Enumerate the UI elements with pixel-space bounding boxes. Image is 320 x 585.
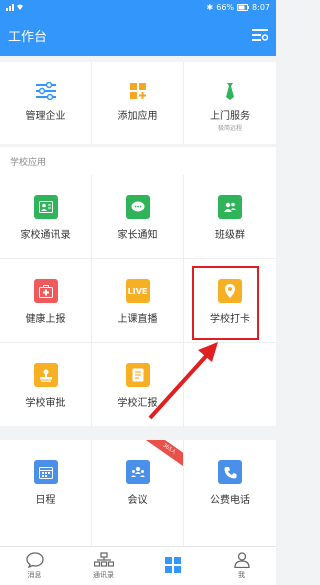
tab-messages-label: 消息 bbox=[27, 571, 42, 579]
person-icon bbox=[233, 552, 250, 568]
calendar-label: 日程 bbox=[35, 495, 56, 506]
tab-messages[interactable]: 消息 bbox=[5, 552, 65, 580]
workbench-icon bbox=[164, 557, 181, 573]
meeting-icon bbox=[125, 460, 150, 484]
meeting-label: 会议 bbox=[127, 495, 148, 506]
org-chart-icon bbox=[93, 552, 114, 567]
tab-contacts[interactable]: 通讯录 bbox=[74, 552, 134, 580]
phone-icon bbox=[218, 460, 242, 484]
tab-contacts-label: 通讯录 bbox=[93, 571, 114, 579]
message-icon bbox=[25, 552, 44, 568]
calendar-button[interactable]: 日程 bbox=[0, 440, 92, 546]
tab-me-label: 我 bbox=[238, 571, 245, 579]
calendar-icon bbox=[33, 460, 58, 484]
public-phone-label: 公费电话 bbox=[210, 495, 250, 506]
meeting-button[interactable]: 365人 会议 bbox=[92, 440, 184, 546]
bottom-tab-bar: 消息 通讯录 我 bbox=[0, 546, 276, 585]
public-phone-button[interactable]: 公费电话 bbox=[184, 440, 276, 546]
tab-workbench[interactable] bbox=[143, 557, 203, 575]
tab-me[interactable]: 我 bbox=[212, 552, 272, 580]
common-apps-panel: 日程 365人 会议 公费电话 bbox=[0, 440, 276, 546]
